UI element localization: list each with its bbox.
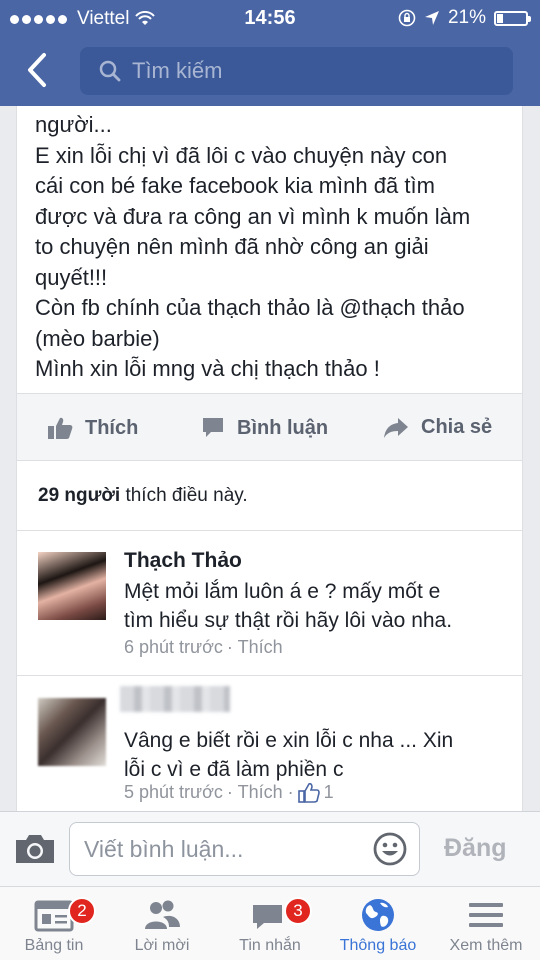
bottom-tab-bar: 2 Bảng tin Lời mời 3 Tin nhắn Thông báo [0,886,540,960]
post-line: Mình xin lỗi mng và chị thạch thảo ! [35,356,380,381]
comment-composer: Viết bình luận... Đăng [0,811,540,886]
commenter-name-redacted [120,686,230,712]
post-body: người... E xin lỗi chị vì đã lôi c vào c… [16,106,523,393]
share-arrow-icon [384,417,408,438]
smiley-icon[interactable] [373,832,407,866]
globe-icon [362,899,394,931]
post-line: cái con bé fake facebook kia mình đã tìm [35,173,435,198]
avatar[interactable] [38,552,106,620]
post-line: (mèo barbie) [35,325,160,351]
share-button[interactable]: Chia sẻ [383,416,492,439]
top-header: Viettel 14:56 21% Tìm kiếm [0,0,540,106]
post-action-bar: Thích Bình luận Chia sẻ [16,393,523,461]
post-line: người... [35,112,112,137]
post-line: được và đưa ra công an vì mình k muốn là… [35,203,471,229]
search-field[interactable]: Tìm kiếm [80,47,513,95]
speech-bubble-icon [203,418,223,437]
comment-item: Vâng e biết rồi e xin lỗi c nha ... Xin … [16,676,523,811]
battery-percent: 21% [447,7,486,28]
post-line: E xin lỗi chị vì đã lôi c vào chuyện này… [35,142,448,168]
search-icon [99,60,121,82]
thumbs-up-icon [48,417,73,439]
comment-button[interactable]: Bình luận [201,416,328,440]
comment-text: Mệt mỏi lắm luôn á e ? mấy mốt e tìm hiể… [124,580,453,632]
back-arrow-icon[interactable] [22,52,56,88]
comment-text: Vâng e biết rồi e xin lỗi c nha ... Xin … [124,729,454,781]
comment-like-link[interactable]: · Thích [227,637,283,658]
tab-messages[interactable]: 3 Tin nhắn [216,887,324,960]
comment-input[interactable]: Viết bình luận... [69,822,420,876]
location-icon [424,11,439,25]
commenter-name[interactable]: Thạch Thảo [124,549,242,573]
comment-placeholder: Viết bình luận... [84,836,244,862]
comment-like-link[interactable]: · Thích · [227,782,294,803]
friends-icon [145,900,180,929]
thumbs-up-outline-icon [297,782,320,803]
likes-count[interactable]: 29 người [38,485,120,506]
post-line: Còn fb chính của thạch thảo là @thạch th… [35,295,465,320]
notification-badge: 2 [68,897,96,925]
menu-icon [469,903,503,927]
comment-item: Thạch Thảo Mệt mỏi lắm luôn á e ? mấy mố… [16,531,523,676]
search-placeholder: Tìm kiếm [132,58,223,83]
tab-more[interactable]: Xem thêm [432,887,540,960]
comment-like-count: 1 [323,782,334,802]
comment-meta: 5 phút trước · Thích · 1 [124,782,334,803]
camera-icon[interactable] [13,833,57,865]
post-comment-button[interactable]: Đăng [444,834,507,863]
avatar[interactable] [38,698,106,766]
likes-suffix: thích điều này. [120,485,248,506]
comment-time: 5 phút trước [124,782,223,802]
notification-badge: 3 [284,897,312,925]
post-line: to chuyện nên mình đã nhờ công an giải [35,234,429,259]
comment-meta: 6 phút trước · Thích [124,637,283,658]
rotation-lock-icon [398,9,416,27]
tab-news-feed[interactable]: 2 Bảng tin [0,887,108,960]
post-line: quyết!!! [35,264,108,290]
status-bar: Viettel 14:56 21% [0,0,540,36]
comment-time: 6 phút trước [124,637,223,657]
battery-icon [494,10,531,26]
likes-summary[interactable]: 29 người thích điều này. [16,461,523,531]
tab-friend-requests[interactable]: Lời mời [108,887,216,960]
like-button[interactable]: Thích [47,416,138,440]
tab-notifications[interactable]: Thông báo [324,887,432,960]
